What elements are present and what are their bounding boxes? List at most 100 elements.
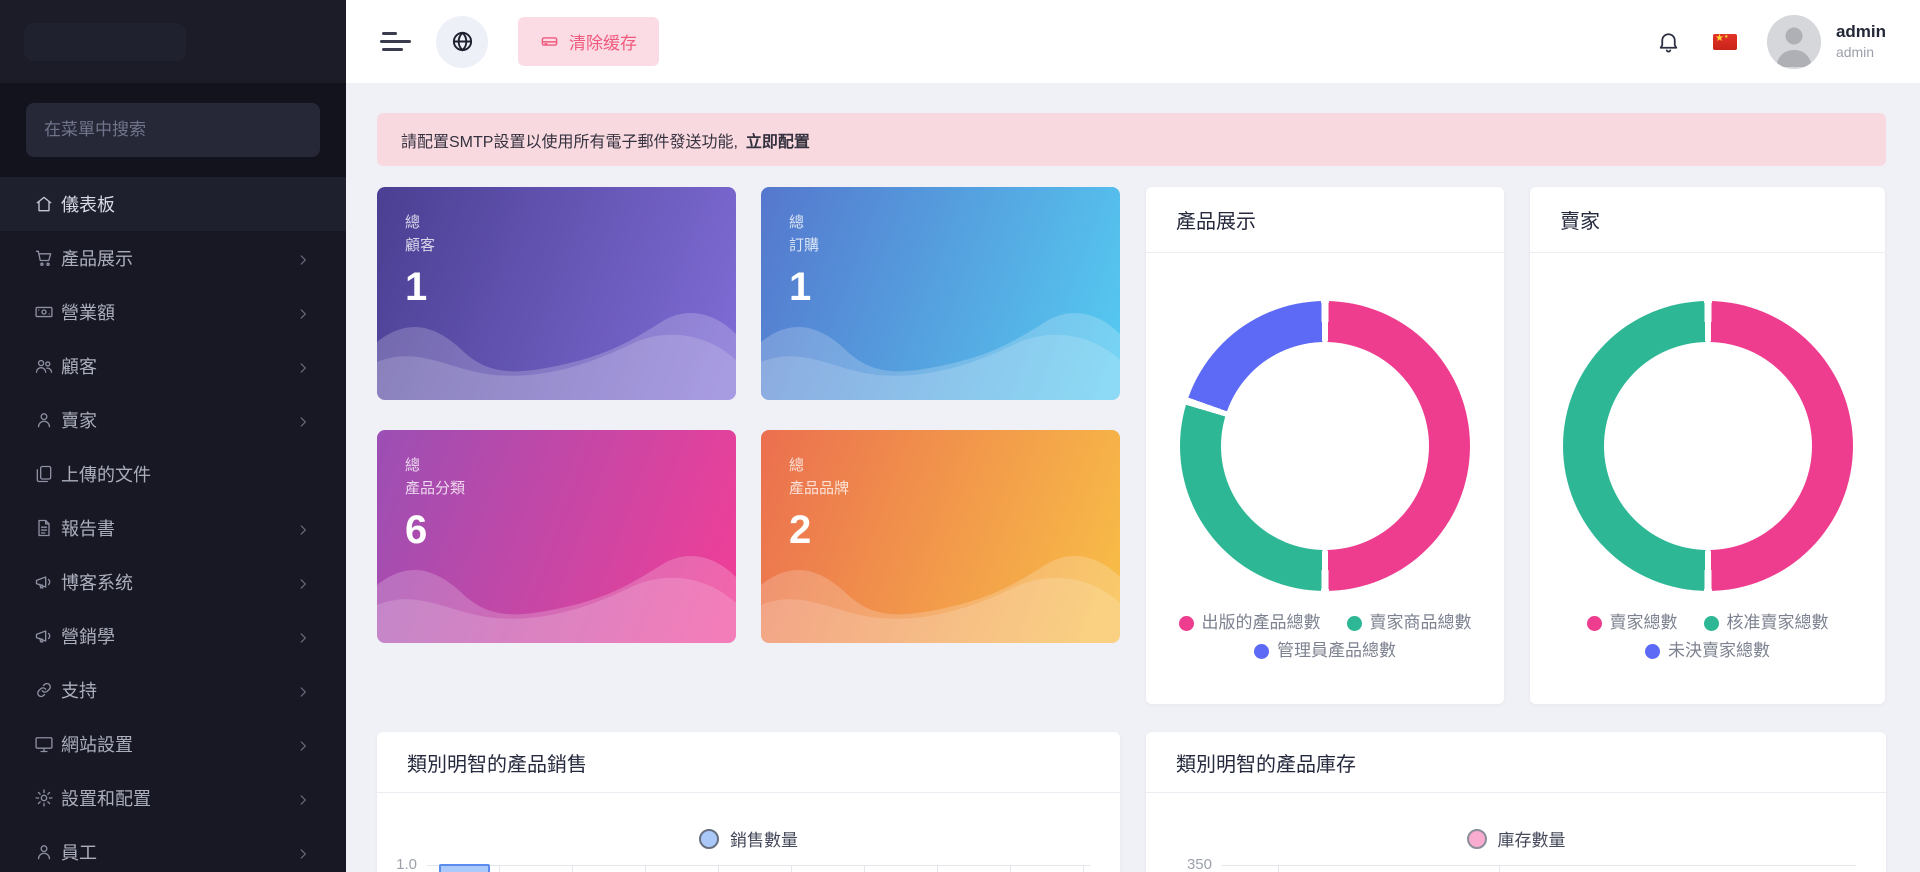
chart-legend: 銷售數量 — [377, 826, 1120, 851]
sidebar-item-5[interactable]: 上傳的文件 — [0, 447, 346, 501]
chevron-right-icon — [296, 359, 310, 373]
stat-prefix: 總 — [789, 454, 1120, 477]
user-name: admin — [1836, 21, 1886, 43]
legend-dot-icon — [1704, 616, 1719, 631]
sidebar-item-1[interactable]: 產品展示 — [0, 231, 346, 285]
card-title: 類別明智的產品庫存 — [1146, 732, 1886, 793]
megaphone-icon — [34, 626, 54, 646]
donut-chart[interactable] — [1180, 301, 1470, 591]
wave-decoration — [377, 543, 736, 643]
stat-prefix: 總 — [405, 454, 736, 477]
stat-card-0[interactable]: 總顧客1 — [377, 187, 736, 400]
china-flag-icon[interactable]: ★★ — [1713, 34, 1737, 50]
smtp-alert: 請配置SMTP設置以使用所有電子郵件發送功能, 立即配置 — [377, 113, 1886, 166]
y-axis-tick: 1.0 — [377, 856, 427, 872]
category-stock-card: 類別明智的產品庫存 庫存數量 350 — [1146, 732, 1886, 872]
legend-item[interactable]: 管理員產品總數 — [1254, 641, 1396, 661]
y-axis-tick: 350 — [1146, 856, 1222, 872]
sidebar-item-6[interactable]: 報告書 — [0, 501, 346, 555]
legend-label: 銷售數量 — [730, 826, 798, 851]
clear-cache-button[interactable]: 清除缓存 — [518, 17, 659, 66]
card-title: 賣家 — [1530, 187, 1885, 253]
bar-chart[interactable]: 1.0 — [377, 865, 1120, 872]
sidebar-item-8[interactable]: 營銷學 — [0, 609, 346, 663]
legend-dot-icon — [1347, 616, 1362, 631]
sidebar-item-label: 產品展示 — [61, 245, 296, 271]
sidebar-item-label: 儀表板 — [61, 191, 310, 217]
sidebar-item-0[interactable]: 儀表板 — [0, 177, 346, 231]
chevron-right-icon — [296, 413, 310, 427]
alert-message: 請配置SMTP設置以使用所有電子郵件發送功能, — [401, 128, 738, 152]
sidebar-item-2[interactable]: 營業額 — [0, 285, 346, 339]
legend-item[interactable]: 賣家商品總數 — [1347, 613, 1472, 633]
home-icon — [34, 194, 54, 214]
chevron-right-icon — [296, 251, 310, 265]
sidebar-item-11[interactable]: 設置和配置 — [0, 771, 346, 825]
legend-label: 管理員產品總數 — [1277, 641, 1396, 661]
chevron-right-icon — [296, 791, 310, 805]
configure-now-link[interactable]: 立即配置 — [746, 128, 810, 152]
wave-decoration — [377, 300, 736, 400]
content: 請配置SMTP設置以使用所有電子郵件發送功能, 立即配置 總顧客1總訂購1總產品… — [346, 83, 1920, 872]
legend-label: 未決賣家總數 — [1668, 641, 1770, 661]
bar-chart[interactable]: 350 — [1146, 865, 1886, 872]
chevron-right-icon — [296, 575, 310, 589]
sidebar-item-label: 設置和配置 — [61, 785, 296, 811]
legend-item[interactable]: 出版的產品總數 — [1179, 613, 1321, 633]
sidebar-item-9[interactable]: 支持 — [0, 663, 346, 717]
sidebar: 儀表板產品展示營業額顧客賣家上傳的文件報告書博客系统營銷學支持網站設置設置和配置… — [0, 0, 346, 872]
topbar: 清除缓存 ★★ admin — [346, 0, 1920, 83]
stat-cards: 總顧客1總訂購1總產品分類6總產品品牌2 — [377, 187, 1120, 704]
app-logo[interactable] — [24, 23, 186, 61]
legend-item[interactable]: 核准賣家總數 — [1704, 613, 1829, 633]
sidebar-item-7[interactable]: 博客系统 — [0, 555, 346, 609]
language-button[interactable] — [436, 16, 488, 68]
legend-dot-icon — [1179, 616, 1194, 631]
notifications-button[interactable] — [1656, 29, 1681, 54]
hamburger-menu-icon[interactable] — [380, 27, 412, 56]
legend-label: 核准賣家總數 — [1727, 613, 1829, 633]
sidebar-item-label: 報告書 — [61, 515, 296, 541]
stat-card-2[interactable]: 總產品分類6 — [377, 430, 736, 643]
legend-item[interactable]: 賣家總數 — [1587, 613, 1678, 633]
user-menu[interactable]: admin admin — [1767, 15, 1886, 69]
user-icon — [34, 842, 54, 862]
wave-decoration — [761, 543, 1120, 643]
legend-dot-icon — [1587, 616, 1602, 631]
stat-value: 1 — [405, 265, 736, 310]
dashboard-grid: 總顧客1總訂購1總產品分類6總產品品牌2 產品展示 出版的產品總數賣家商品總數管… — [377, 187, 1886, 704]
legend-label: 出版的產品總數 — [1202, 613, 1321, 633]
sidebar-item-label: 員工 — [61, 839, 296, 865]
legend-marker-icon — [699, 829, 719, 849]
files-icon — [34, 464, 54, 484]
stat-value: 6 — [405, 508, 736, 553]
globe-icon — [451, 30, 474, 53]
stat-label: 產品品牌 — [789, 477, 1120, 500]
donut-chart[interactable] — [1563, 301, 1853, 591]
stat-card-1[interactable]: 總訂購1 — [761, 187, 1120, 400]
sidebar-item-12[interactable]: 員工 — [0, 825, 346, 872]
chevron-right-icon — [296, 737, 310, 751]
menu-search-input[interactable] — [26, 103, 320, 157]
sidebar-item-label: 博客系统 — [61, 569, 296, 595]
monitor-icon — [34, 734, 54, 754]
stat-card-3[interactable]: 總產品品牌2 — [761, 430, 1120, 643]
chevron-right-icon — [296, 305, 310, 319]
bar-segment[interactable] — [439, 864, 490, 872]
chevron-right-icon — [296, 683, 310, 697]
avatar — [1767, 15, 1821, 69]
sidebar-item-label: 賣家 — [61, 407, 296, 433]
sidebar-item-4[interactable]: 賣家 — [0, 393, 346, 447]
sidebar-logo-bar — [0, 0, 346, 83]
clear-cache-label: 清除缓存 — [569, 29, 637, 54]
chevron-right-icon — [296, 845, 310, 859]
main-column: 清除缓存 ★★ admin — [346, 0, 1920, 872]
sidebar-item-3[interactable]: 顧客 — [0, 339, 346, 393]
sidebar-item-label: 營業額 — [61, 299, 296, 325]
stat-label: 訂購 — [789, 234, 1120, 257]
sidebar-item-label: 網站設置 — [61, 731, 296, 757]
sidebar-item-10[interactable]: 網站設置 — [0, 717, 346, 771]
legend-item[interactable]: 未決賣家總數 — [1645, 641, 1770, 661]
user-role: admin — [1836, 43, 1886, 61]
sidebar-nav: 儀表板產品展示營業額顧客賣家上傳的文件報告書博客系统營銷學支持網站設置設置和配置… — [0, 177, 346, 872]
